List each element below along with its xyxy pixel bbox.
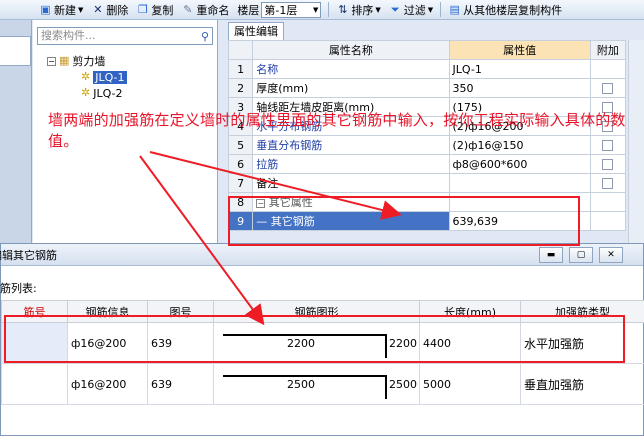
- arrow-to-rebar-row: [139, 155, 265, 326]
- annotation-arrows: [139, 151, 402, 326]
- arrow-to-properties: [149, 151, 402, 220]
